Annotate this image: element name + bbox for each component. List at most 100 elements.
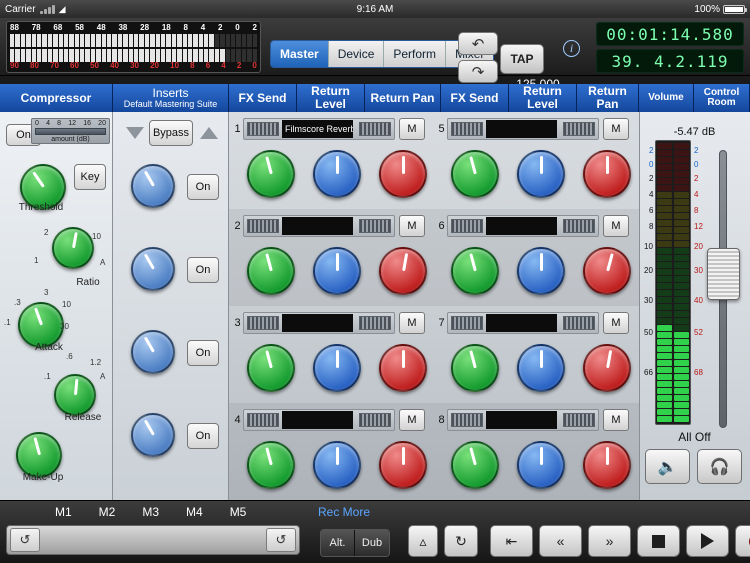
speaker-mute-button[interactable]: 🔈 (645, 449, 690, 484)
rec-more-button[interactable]: Rec More (318, 505, 370, 519)
inserts-bypass-button[interactable]: Bypass (149, 120, 193, 146)
return-level-knob-5[interactable] (517, 150, 565, 198)
loop-end-handle[interactable]: ↺ (266, 528, 296, 552)
fx-send-knob-1[interactable] (247, 150, 295, 198)
send-slot-strip[interactable] (447, 215, 599, 237)
fx-name-label[interactable] (486, 120, 557, 138)
column-header-compressor[interactable]: Compressor (0, 84, 113, 112)
fx-name-label[interactable] (486, 217, 557, 235)
dub-button[interactable]: Dub (355, 530, 389, 556)
alt-dub-group[interactable]: Alt. Dub (320, 529, 390, 557)
memory-button-m4[interactable]: M4 (186, 505, 203, 519)
record-button[interactable] (735, 525, 750, 557)
return-level-knob-4[interactable] (313, 441, 361, 489)
insert-next-button[interactable] (197, 122, 221, 144)
column-header-fx-send-2[interactable]: FX Send (441, 84, 509, 112)
fx-name-label[interactable]: Filmscore Reverb (282, 120, 353, 138)
fx-name-label[interactable] (282, 411, 353, 429)
send-mute-button[interactable]: M (603, 312, 629, 334)
knob-release[interactable] (54, 374, 96, 416)
send-mute-button[interactable]: M (603, 409, 629, 431)
insert-slot-4-on-button[interactable]: On (187, 423, 219, 449)
column-header-fx-send-1[interactable]: FX Send (229, 84, 297, 112)
fx-send-knob-8[interactable] (451, 441, 499, 489)
return-pan-knob-6[interactable] (583, 247, 631, 295)
mode-tab-perform[interactable]: Perform (384, 41, 446, 67)
column-header-return-level-2[interactable]: Return Level (509, 84, 577, 112)
insert-slot-1-on-button[interactable]: On (187, 174, 219, 200)
send-mute-button[interactable]: M (399, 409, 425, 431)
send-slot-strip[interactable] (447, 312, 599, 334)
return-pan-knob-3[interactable] (379, 344, 427, 392)
master-fader-handle[interactable] (707, 248, 740, 300)
fx-send-knob-5[interactable] (451, 150, 499, 198)
insert-slot-2-knob[interactable] (131, 247, 175, 291)
mode-tab-master[interactable]: Master (271, 41, 329, 67)
headphones-button[interactable]: 🎧 (697, 449, 742, 484)
memory-button-m3[interactable]: M3 (142, 505, 159, 519)
return-level-knob-8[interactable] (517, 441, 565, 489)
insert-slot-2-on-button[interactable]: On (187, 257, 219, 283)
insert-slot-1-knob[interactable] (131, 164, 175, 208)
insert-slot-3-on-button[interactable]: On (187, 340, 219, 366)
return-pan-knob-1[interactable] (379, 150, 427, 198)
bars-beats-display[interactable]: 39. 4.2.119 (596, 49, 744, 73)
send-slot-strip[interactable]: Filmscore Reverb (243, 118, 395, 140)
fx-send-knob-6[interactable] (451, 247, 499, 295)
insert-slot-4-knob[interactable] (131, 413, 175, 457)
skip-to-start-button[interactable]: ⇤ (490, 525, 533, 557)
tap-tempo-button[interactable]: TAP (500, 44, 544, 74)
memory-buttons[interactable]: M1 M2 M3 M4 M5 (55, 505, 246, 519)
knob-ratio[interactable] (52, 227, 94, 269)
play-button[interactable] (686, 525, 729, 557)
memory-button-m2[interactable]: M2 (99, 505, 116, 519)
column-header-inserts[interactable]: InsertsDefault Mastering Suite (113, 84, 229, 112)
return-level-knob-2[interactable] (313, 247, 361, 295)
time-display[interactable]: 00:01:14.580 (596, 22, 744, 46)
memory-button-m1[interactable]: M1 (55, 505, 72, 519)
send-slot-strip[interactable] (243, 215, 395, 237)
fx-send-knob-7[interactable] (451, 344, 499, 392)
send-slot-strip[interactable] (447, 118, 599, 140)
return-level-knob-3[interactable] (313, 344, 361, 392)
return-pan-knob-2[interactable] (379, 247, 427, 295)
memory-button-m5[interactable]: M5 (230, 505, 247, 519)
column-header-return-level-1[interactable]: Return Level (297, 84, 365, 112)
fx-send-knob-2[interactable] (247, 247, 295, 295)
column-header-return-pan-2[interactable]: Return Pan (577, 84, 639, 112)
fx-name-label[interactable] (282, 314, 353, 332)
fast-forward-button[interactable]: » (588, 525, 631, 557)
fx-name-label[interactable] (282, 217, 353, 235)
return-level-knob-7[interactable] (517, 344, 565, 392)
return-pan-knob-7[interactable] (583, 344, 631, 392)
mode-tab-device[interactable]: Device (329, 41, 385, 67)
fx-send-knob-3[interactable] (247, 344, 295, 392)
return-pan-knob-4[interactable] (379, 441, 427, 489)
column-header-control-room[interactable]: ControlRoom (694, 84, 750, 112)
column-header-return-pan-1[interactable]: Return Pan (365, 84, 441, 112)
send-mute-button[interactable]: M (603, 118, 629, 140)
compressor-key-button[interactable]: Key (74, 164, 106, 190)
loop-start-handle[interactable]: ↺ (10, 528, 40, 552)
send-mute-button[interactable]: M (399, 215, 425, 237)
send-slot-strip[interactable] (243, 409, 395, 431)
insert-slot-3-knob[interactable] (131, 330, 175, 374)
send-mute-button[interactable]: M (399, 312, 425, 334)
send-slot-strip[interactable] (243, 312, 395, 334)
alt-button[interactable]: Alt. (321, 530, 355, 556)
undo-button[interactable]: ↶ (458, 32, 498, 55)
cycle-button[interactable]: ↻ (444, 525, 478, 557)
return-level-knob-1[interactable] (313, 150, 361, 198)
fx-name-label[interactable] (486, 411, 557, 429)
send-mute-button[interactable]: M (399, 118, 425, 140)
return-level-knob-6[interactable] (517, 247, 565, 295)
rewind-button[interactable]: « (539, 525, 582, 557)
redo-button[interactable]: ↷ (458, 60, 498, 83)
return-pan-knob-8[interactable] (583, 441, 631, 489)
info-icon[interactable]: i (563, 40, 580, 57)
send-slot-strip[interactable] (447, 409, 599, 431)
stop-button[interactable] (637, 525, 680, 557)
metronome-button[interactable]: ▵ (408, 525, 438, 557)
fx-name-label[interactable] (486, 314, 557, 332)
return-pan-knob-5[interactable] (583, 150, 631, 198)
